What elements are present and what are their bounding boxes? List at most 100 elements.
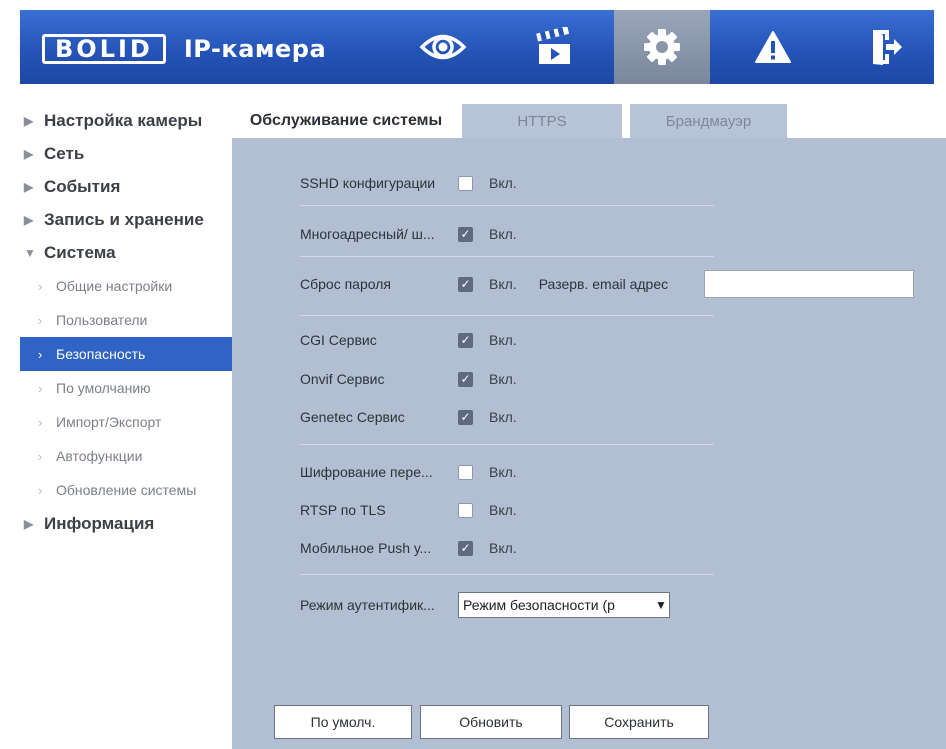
rtsp-tls-checkbox[interactable] [458, 502, 473, 518]
row-label: RTSP по TLS [300, 502, 386, 518]
on-label: Вкл. [489, 332, 517, 348]
chevron-right-icon: › [38, 414, 43, 430]
sidebar-sub-label: Импорт/Экспорт [56, 414, 162, 430]
tab-label: Обслуживание системы [249, 112, 443, 129]
logo: BOLID IP-камера [42, 32, 326, 66]
settings-panel: SSHD конфигурации Вкл. Многоадресный/ ш.… [232, 138, 946, 749]
sidebar-sub-import-export[interactable]: › Импорт/Экспорт [20, 405, 232, 439]
cgi-checkbox[interactable]: ✓ [458, 332, 473, 348]
divider [300, 315, 714, 316]
nav-settings[interactable] [614, 10, 710, 84]
chevron-down-icon: ▼ [655, 598, 667, 612]
sidebar-sub-security[interactable]: › Безопасность [20, 337, 232, 371]
divider [300, 256, 714, 257]
row-label: Мобильное Push у... [300, 540, 432, 556]
backup-email-label: Разерв. email адрес [538, 276, 669, 292]
sidebar-sub-label: Обновление системы [56, 482, 197, 498]
row-encryption: Шифрование пере... Вкл. [300, 459, 517, 485]
divider [300, 444, 714, 445]
sidebar-item-label: Настройка камеры [44, 110, 203, 130]
row-auth-mode: Режим аутентифик... [300, 592, 458, 618]
tab-https[interactable]: HTTPS [462, 104, 622, 138]
tab-firewall[interactable]: Брандмауэр [630, 104, 787, 138]
triangle-right-icon: ▶ [24, 212, 34, 227]
gear-icon [644, 29, 680, 65]
password-reset-checkbox[interactable]: ✓ [458, 276, 473, 292]
eye-icon [419, 34, 467, 60]
tab-label: Брандмауэр [665, 112, 752, 130]
sidebar-sub-users[interactable]: › Пользователи [20, 303, 232, 337]
auth-mode-select[interactable]: Режим безопасности (р ▼ [458, 592, 670, 618]
row-genetec: Genetec Сервис ✓ Вкл. [300, 404, 517, 430]
sidebar-item-info[interactable]: ▶ Информация [20, 507, 232, 540]
top-header: BOLID IP-камера [0, 0, 946, 84]
sidebar-item-camera-settings[interactable]: ▶ Настройка камеры [20, 104, 232, 137]
row-label: Многоадресный/ ш... [300, 226, 435, 242]
onvif-checkbox[interactable]: ✓ [458, 371, 473, 387]
row-password-reset: Сброс пароля ✓ Вкл. Разерв. email адрес [300, 271, 668, 297]
nav-playback[interactable] [506, 10, 602, 84]
row-sshd: SSHD конфигурации Вкл. [300, 170, 517, 196]
on-label: Вкл. [489, 175, 517, 191]
on-label: Вкл. [489, 464, 517, 480]
on-label: Вкл. [489, 276, 517, 292]
sidebar-item-label: События [44, 176, 121, 196]
sidebar-item-label: Информация [44, 513, 155, 533]
sidebar-item-label: Запись и хранение [44, 209, 204, 229]
on-label: Вкл. [489, 226, 517, 242]
app-title: IP-камера [183, 35, 327, 63]
auth-mode-value: Режим безопасности (р [463, 597, 615, 613]
sidebar-sub-label: По умолчанию [56, 380, 151, 396]
genetec-checkbox[interactable]: ✓ [458, 409, 473, 425]
sidebar-item-system[interactable]: ▼ Система [20, 236, 232, 269]
row-onvif: Onvif Сервис ✓ Вкл. [300, 366, 517, 392]
tab-label: HTTPS [517, 112, 567, 130]
sidebar-sub-defaults[interactable]: › По умолчанию [20, 371, 232, 405]
auth-mode-label: Режим аутентифик... [300, 597, 435, 613]
chevron-right-icon: › [38, 278, 43, 294]
divider [300, 574, 714, 575]
sidebar-sub-label: Безопасность [56, 346, 146, 362]
row-mobile-push: Мобильное Push у... ✓ Вкл. [300, 535, 517, 561]
multicast-checkbox[interactable]: ✓ [458, 226, 473, 242]
tab-bar: Обслуживание системы HTTPS Брандмауэр [232, 104, 946, 138]
row-label: Genetec Сервис [300, 409, 405, 425]
row-rtsp-tls: RTSP по TLS Вкл. [300, 497, 517, 523]
chevron-right-icon: › [38, 482, 43, 498]
nav-logout[interactable] [838, 10, 934, 84]
chevron-right-icon: › [38, 312, 43, 328]
save-button[interactable]: Сохранить [569, 705, 709, 739]
tab-system-maintenance[interactable]: Обслуживание системы [232, 104, 460, 138]
triangle-right-icon: ▶ [24, 146, 34, 161]
row-label: Onvif Сервис [300, 371, 385, 387]
row-label: Шифрование пере... [300, 464, 433, 480]
clapperboard-icon [536, 27, 570, 64]
encryption-checkbox[interactable] [458, 464, 473, 480]
triangle-right-icon: ▶ [24, 516, 34, 531]
sidebar-sub-label: Автофункции [56, 448, 143, 464]
sidebar-item-storage[interactable]: ▶ Запись и хранение [20, 203, 232, 236]
nav-live-view[interactable] [395, 10, 491, 84]
sidebar-item-label: Система [44, 242, 116, 262]
sidebar-sub-label: Общие настройки [56, 278, 173, 294]
sidebar-sub-label: Пользователи [56, 312, 148, 328]
on-label: Вкл. [489, 409, 517, 425]
sidebar-sub-update[interactable]: › Обновление системы [20, 473, 232, 507]
triangle-down-icon: ▼ [24, 245, 36, 260]
backup-email-input[interactable] [704, 270, 914, 298]
sshd-checkbox[interactable] [458, 175, 473, 191]
sidebar-item-network[interactable]: ▶ Сеть [20, 137, 232, 170]
default-button[interactable]: По умолч. [274, 705, 412, 739]
row-cgi: CGI Сервис ✓ Вкл. [300, 327, 517, 353]
mobile-push-checkbox[interactable]: ✓ [458, 540, 473, 556]
brand-logo: BOLID [42, 34, 166, 64]
sidebar-sub-auto[interactable]: › Автофункции [20, 439, 232, 473]
sidebar-item-events[interactable]: ▶ События [20, 170, 232, 203]
nav-alarm[interactable] [725, 10, 821, 84]
row-multicast: Многоадресный/ ш... ✓ Вкл. [300, 221, 517, 247]
triangle-right-icon: ▶ [24, 113, 34, 128]
sidebar-menu: ▶ Настройка камеры ▶ Сеть ▶ События ▶ За… [20, 104, 232, 540]
sidebar-sub-general[interactable]: › Общие настройки [20, 269, 232, 303]
refresh-button[interactable]: Обновить [420, 705, 562, 739]
warning-icon [755, 31, 791, 63]
